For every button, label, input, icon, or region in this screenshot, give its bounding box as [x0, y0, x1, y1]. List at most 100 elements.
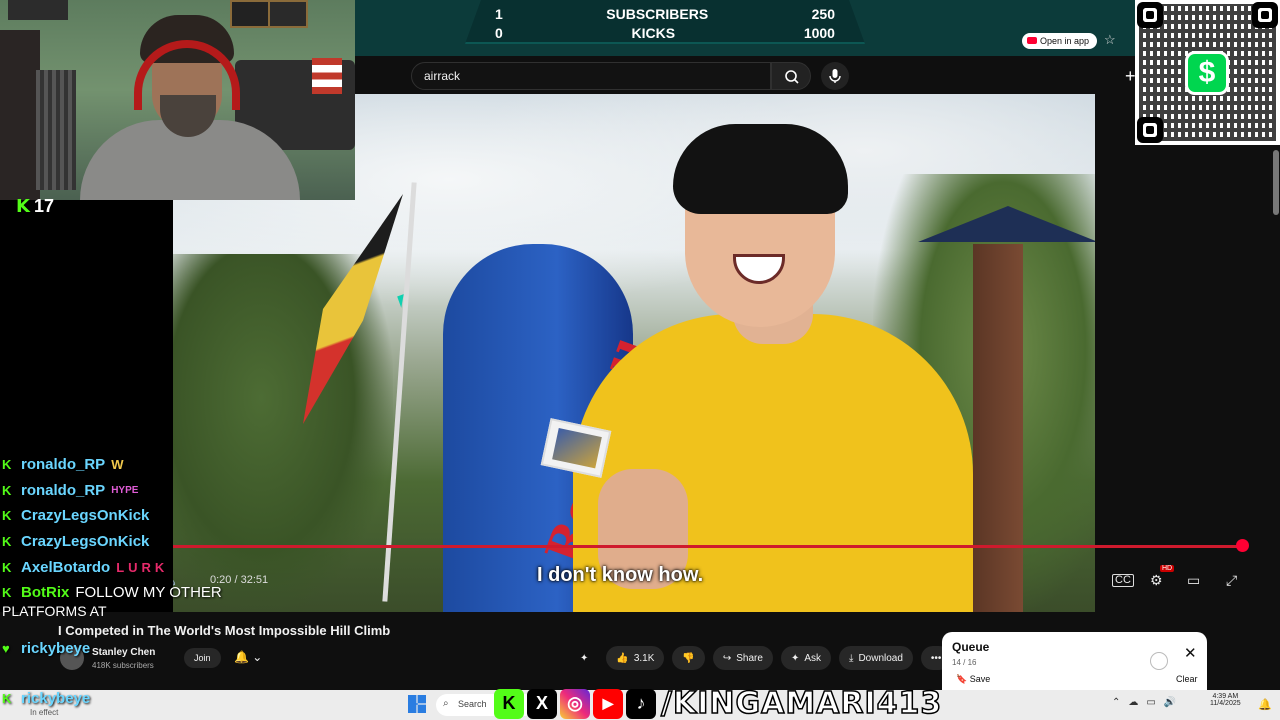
webcam-frame-right [268, 0, 308, 28]
social-handles-overlay: K X ◎ ▶ ♪ /KINGAMARI413 [494, 685, 942, 720]
share-icon: ↪ [722, 652, 732, 664]
system-tray[interactable]: ⌃☁▭🔊 [1112, 697, 1184, 708]
search-button[interactable] [771, 62, 811, 90]
chat-username: CrazyLegsOnKick [21, 507, 150, 525]
queue-save-button[interactable]: 🔖 Save [956, 674, 990, 685]
chat-emote: LURK [116, 559, 169, 575]
chat-message: K AxelBotardo LURK [0, 554, 250, 580]
chat-emote: HYPE [111, 484, 139, 496]
webcam-shelf [0, 30, 40, 200]
kick-badge-icon: K [2, 508, 12, 524]
search-input[interactable]: airrack [411, 62, 771, 90]
chat-emote: W [111, 457, 124, 473]
more-dots-icon: ••• [930, 652, 942, 664]
kick-badge-icon: K [2, 482, 12, 498]
sparkle-icon: ✦ [790, 652, 800, 664]
hype-icon[interactable]: ✦ [570, 646, 598, 670]
video-person-hair [673, 124, 848, 214]
qr-finder [1137, 117, 1163, 143]
download-button[interactable]: ⤓ Download [839, 646, 913, 670]
subscriber-goal-overlay: 1 SUBSCRIBERS 250 0 KICKS 1000 [355, 0, 1135, 56]
channel-name[interactable]: Stanley Chen [92, 647, 155, 658]
create-plus-icon[interactable]: + [1125, 66, 1136, 87]
like-count: 3.1K [633, 652, 655, 664]
queue-loop-toggle[interactable] [1150, 652, 1168, 670]
page-scrollbar[interactable] [1272, 145, 1280, 690]
chat-message: K CrazyLegsOnKick [0, 503, 250, 529]
notification-bell-icon[interactable]: 🔔 [1258, 698, 1272, 711]
kick-follower-number: 17 [33, 196, 54, 216]
open-in-app-button[interactable]: Open in app [1022, 33, 1098, 49]
queue-panel: Queue 14 / 16 ✕ 🔖 Save Clear [942, 632, 1207, 690]
bookmark-star-icon[interactable]: ☆ [1104, 32, 1116, 48]
chat-overlay: K ronaldo_RP W K ronaldo_RP HYPE K Crazy… [0, 452, 250, 606]
scrollbar-thumb[interactable] [1273, 150, 1279, 215]
video-progress-bar[interactable] [173, 545, 1248, 548]
subscribers-label: SUBSCRIBERS [606, 6, 709, 22]
subscribers-current: 1 [495, 6, 503, 22]
qr-finder [1252, 2, 1278, 28]
kicks-goal: 1000 [803, 25, 835, 41]
instagram-logo-icon: ◎ [560, 688, 590, 719]
queue-clear-button[interactable]: Clear [1176, 674, 1198, 684]
chat-username: CrazyLegsOnKick [21, 533, 150, 551]
join-button[interactable]: Join [184, 648, 221, 668]
taskbar-search-label: Search [458, 699, 487, 709]
kick-badge-icon: K [2, 585, 12, 601]
miniplayer-icon[interactable]: ▭ [1187, 572, 1200, 589]
chat-username: BotRix [21, 584, 70, 602]
weather-line2: In effect [30, 708, 59, 717]
channel-subscribers: 418K subscribers [92, 661, 154, 670]
kicks-label: KICKS [631, 25, 676, 41]
video-title: I Competed in The World's Most Impossibl… [58, 623, 391, 638]
chat-message: K rickybeye [0, 690, 90, 707]
kick-badge-icon: K [2, 691, 12, 706]
taskbar-clock[interactable]: 4:39 AM 11/4/2025 [1210, 693, 1241, 707]
streamer-webcam [0, 0, 355, 200]
notification-bell-icon[interactable]: 🔔 ⌄ [234, 650, 262, 664]
search-icon: ⌕ [443, 698, 449, 709]
kick-badge-icon: K [2, 559, 12, 575]
ask-label: Ask [804, 652, 822, 664]
kick-follower-count: K 17 [16, 196, 54, 217]
chat-message: ♥ rickybeye [0, 640, 90, 657]
download-icon: ⤓ [849, 652, 854, 664]
close-icon[interactable]: ✕ [1184, 644, 1197, 662]
download-label: Download [858, 652, 903, 664]
taskbar-date: 11/4/2025 [1210, 700, 1241, 707]
youtube-logo-icon: ▶ [593, 688, 623, 719]
kick-logo-icon: K [16, 196, 30, 217]
captions-icon[interactable]: CC [1112, 574, 1134, 587]
chat-text: FOLLOW MY OTHER [75, 584, 222, 602]
progress-scrubber-handle[interactable] [1236, 539, 1249, 552]
thumbs-down-icon: 👎 [682, 652, 695, 664]
kick-badge-icon: ♥ [2, 641, 10, 656]
kick-logo-icon: K [494, 688, 524, 719]
webcam-flag [312, 58, 342, 94]
ask-button[interactable]: ✦ Ask [780, 646, 832, 670]
video-actions: ✦ 👍 3.1K 👎 ↪ Share ✦ Ask ⤓ Download ••• [570, 646, 952, 670]
share-button[interactable]: ↪ Share [712, 646, 773, 670]
video-caption: I don't know how. [537, 564, 704, 586]
chat-username: ronaldo_RP [21, 481, 106, 499]
thumbs-up-icon: 👍 [616, 652, 629, 664]
tiktok-logo-icon: ♪ [626, 688, 656, 719]
subscribers-goal: 250 [811, 6, 835, 22]
video-tower [973, 244, 1023, 612]
queue-title: Queue [952, 640, 990, 654]
search-icon [785, 70, 799, 84]
chat-message: K BotRix FOLLOW MY OTHER [0, 580, 250, 606]
dislike-button[interactable]: 👎 [672, 646, 705, 670]
chat-username: AxelBotardo [21, 558, 111, 576]
chat-username: rickybeye [21, 640, 91, 657]
kicks-row: 0 KICKS 1000 [495, 25, 835, 41]
kick-badge-icon: K [2, 457, 12, 473]
share-label: Share [736, 652, 763, 664]
settings-gear-icon[interactable]: ⚙ [1150, 572, 1163, 589]
voice-search-button[interactable] [821, 62, 849, 90]
like-button[interactable]: 👍 3.1K [606, 646, 665, 670]
webcam-radiator [36, 70, 76, 190]
fullscreen-icon[interactable]: ⤢ [1226, 572, 1237, 589]
chat-message: K ronaldo_RP W [0, 452, 250, 478]
cashapp-logo-icon: $ [1185, 51, 1229, 95]
